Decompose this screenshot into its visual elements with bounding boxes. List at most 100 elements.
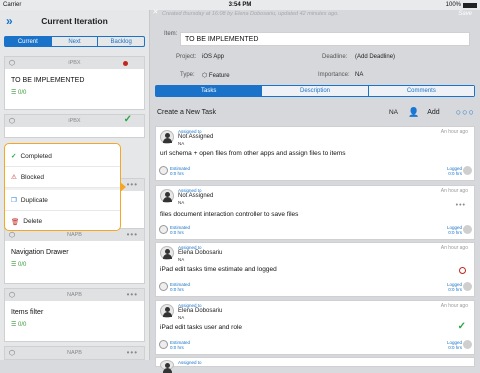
collapse-chevron-icon[interactable]: » (6, 14, 13, 28)
check-icon: ✓ (11, 153, 17, 160)
task-title[interactable]: iPad edit tasks user and role (160, 324, 242, 331)
completed-check-icon[interactable]: ✓ (458, 321, 466, 332)
close-icon[interactable]: ✕ (152, 9, 158, 17)
type-value[interactable]: ⬡ Feature (202, 72, 230, 79)
avatar (160, 360, 174, 373)
clock-icon (159, 166, 168, 175)
cube-icon: ⬡ (9, 118, 16, 125)
task-card[interactable]: Assigned to Elena Dobosariu NA An hour a… (155, 300, 475, 355)
story-card[interactable]: ⬡ iPBX TO BE IMPLEMENTED ☰ 0/0 (4, 56, 145, 110)
estimated-time[interactable]: Estimated 0:0 hrs (170, 225, 190, 235)
item-title-field[interactable]: TO BE IMPLEMENTED (180, 32, 470, 46)
project-value[interactable]: iOS App (202, 54, 224, 60)
assignee-name[interactable]: Elena Dobosariu (178, 308, 222, 314)
new-task-input[interactable]: Create a New Task (155, 109, 389, 116)
story-card[interactable]: ⬡ NAPB ••• Items filter ☰ 0/0 (4, 288, 145, 342)
task-card[interactable]: Assigned to (155, 357, 475, 373)
detail-topbar: ✕ Created thursday at 16:08 by Elena Dob… (150, 9, 480, 20)
project-label: Project: (176, 54, 197, 60)
logged-time[interactable]: Logged 0:0 hrs (447, 282, 462, 292)
task-card[interactable]: Assigned to Not Assigned NA An hour ago … (155, 126, 475, 181)
completed-check-icon: ✓ (123, 114, 132, 125)
more-icon[interactable]: ••• (127, 290, 138, 299)
gear-icon[interactable] (463, 282, 472, 291)
item-label: Item: (164, 31, 178, 37)
card-project: NAPB (67, 292, 82, 298)
task-card[interactable]: Assigned to Elena Dobosariu NA An hour a… (155, 242, 475, 297)
avatar (160, 130, 174, 144)
assignee-name[interactable]: Elena Dobosariu (178, 250, 222, 256)
clock-icon (159, 282, 168, 291)
tab-comments[interactable]: Comments (368, 86, 474, 96)
assignee-name[interactable]: Not Assigned (178, 193, 213, 199)
avatar (160, 246, 174, 260)
gear-icon[interactable] (463, 166, 472, 175)
menu-item-duplicate[interactable]: ❐ Duplicate (5, 190, 120, 211)
card-project: NAPB (67, 350, 82, 356)
card-header: ⬡ iPBX ✓ (5, 114, 144, 127)
menu-item-blocked[interactable]: ⚠ Blocked (5, 167, 120, 188)
estimated-time[interactable]: Estimated 0:0 hrs (170, 166, 190, 176)
assignee-name[interactable]: Not Assigned (178, 134, 213, 140)
logged-time[interactable]: Logged 0:0 hrs (447, 225, 462, 235)
more-options-icon[interactable]: ○○○ (456, 107, 475, 117)
user-icon[interactable]: 👤 (408, 107, 419, 118)
logged-time[interactable]: Logged 0:0 hrs (447, 166, 462, 176)
save-button[interactable]: Save (458, 10, 472, 18)
segment-next[interactable]: Next (52, 37, 99, 46)
segment-current[interactable]: Current (5, 37, 52, 46)
segment-backlog[interactable]: Backlog (98, 37, 144, 46)
task-title[interactable]: files document interaction controller to… (160, 211, 298, 218)
new-task-importance[interactable]: NA (389, 109, 398, 116)
deadline-value[interactable]: (Add Deadline) (355, 54, 395, 60)
task-card[interactable]: Assigned to Not Assigned NA An hour ago … (155, 185, 475, 240)
importance-value[interactable]: NA (355, 72, 363, 78)
card-progress: ☰ 0/0 (11, 262, 27, 268)
cube-icon: ⬡ (202, 73, 208, 79)
card-title: Items filter (11, 309, 44, 316)
avatar (160, 304, 174, 318)
duplicate-icon: ❐ (11, 197, 17, 204)
tab-description[interactable]: Description (262, 86, 369, 96)
status-dot-icon (123, 61, 128, 66)
type-label: Type: (180, 72, 195, 78)
task-title[interactable]: url schema + open files from other apps … (160, 150, 346, 157)
logged-time[interactable]: Logged 0:0 hrs (447, 340, 462, 350)
story-card[interactable]: ⬡ NAPB ••• Navigation Drawer ☰ 0/0 (4, 228, 145, 284)
clock-icon (159, 340, 168, 349)
task-role: NA (178, 315, 185, 320)
status-circle-icon[interactable] (459, 267, 466, 274)
add-task-button[interactable]: Add (427, 109, 439, 116)
clock: 3:54 PM (228, 2, 252, 8)
importance-label: Importance: (318, 72, 350, 78)
gear-icon[interactable] (463, 225, 472, 234)
more-icon[interactable]: ••• (127, 348, 138, 357)
story-card[interactable]: ⬡ iPBX ✓ (4, 114, 145, 138)
new-task-row: Create a New Task NA 👤 Add ○○○ (155, 104, 475, 120)
task-title[interactable]: iPad edit tasks time estimate and logged (160, 266, 277, 273)
tab-tasks[interactable]: Tasks (156, 86, 263, 96)
more-icon[interactable]: ••• (456, 202, 466, 209)
more-icon[interactable]: ••• (127, 230, 138, 239)
created-info: Created thursday at 16:08 by Elena Dobos… (162, 11, 339, 17)
task-time: An hour ago (440, 245, 468, 251)
panel-title: Current Iteration (41, 16, 108, 26)
gear-icon[interactable] (463, 340, 472, 349)
estimated-time[interactable]: Estimated 0:0 hrs (170, 340, 190, 350)
card-title: TO BE IMPLEMENTED (11, 77, 85, 84)
story-card[interactable]: ⬡ NAPB ••• (4, 346, 145, 360)
trash-icon: 🗑 (11, 218, 20, 226)
more-icon[interactable]: ••• (127, 180, 138, 189)
menu-item-completed[interactable]: ✓ Completed (5, 146, 120, 167)
card-header: ⬡ NAPB ••• (5, 289, 144, 301)
menu-item-delete[interactable]: 🗑 Delete (5, 211, 120, 232)
estimated-time[interactable]: Estimated 0:0 hrs (170, 282, 190, 292)
card-header: ⬡ iPBX (5, 57, 144, 69)
card-progress: ☰ 0/0 (11, 322, 27, 328)
battery-icon (463, 2, 477, 8)
card-progress: ☰ 0/0 (11, 90, 27, 96)
task-role: NA (178, 200, 185, 205)
status-bar: Carrier 3:54 PM 100% (0, 0, 480, 10)
cube-icon: ⬡ (9, 60, 16, 67)
popover-arrow (120, 182, 126, 192)
